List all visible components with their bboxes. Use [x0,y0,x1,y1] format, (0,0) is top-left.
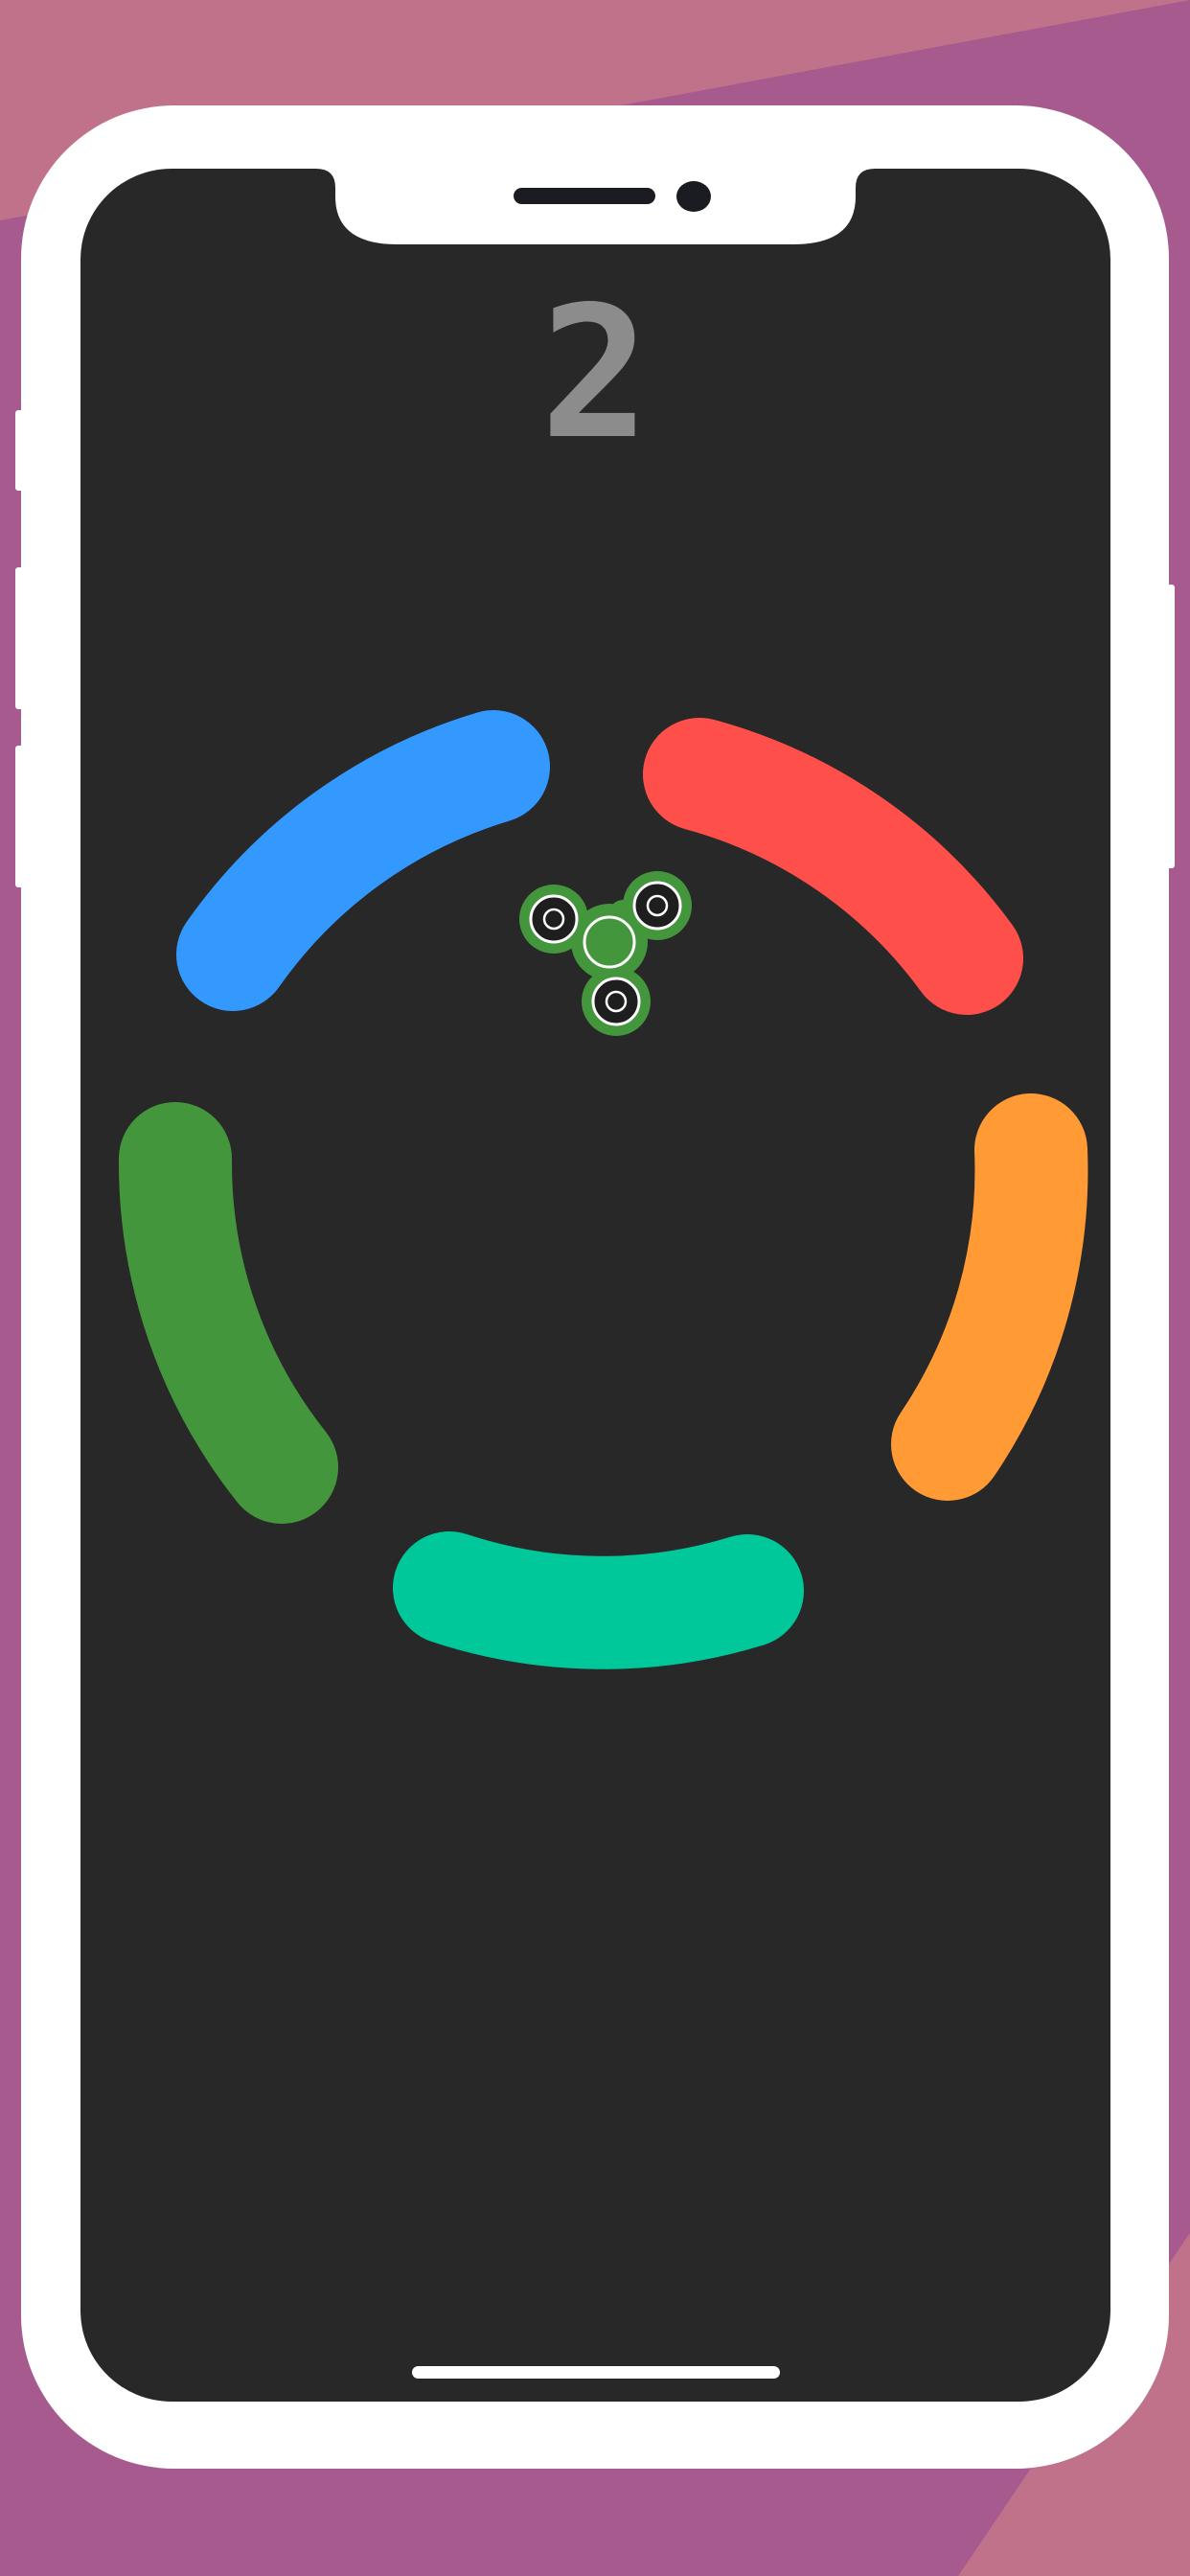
home-indicator[interactable] [412,2366,780,2379]
ring-segment-teal [393,1531,804,1669]
bearing-left-outer [529,894,579,944]
bearing-bottom-outer [591,977,641,1026]
speaker-grille [514,188,655,204]
score-display: 2 [539,267,651,479]
bearing-right-outer [632,881,682,931]
front-camera [676,181,711,212]
bearing-center [583,915,636,969]
